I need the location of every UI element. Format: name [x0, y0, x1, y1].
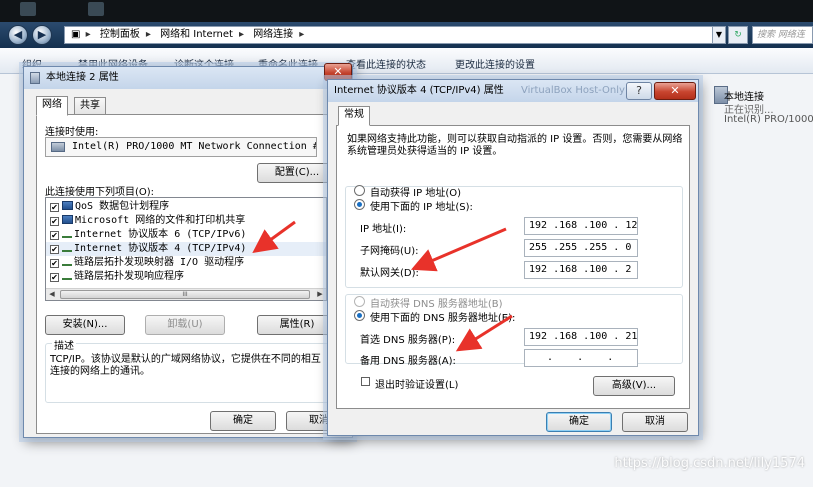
network-card-icon: [51, 142, 65, 152]
search-input[interactable]: 搜索 网络连: [752, 26, 813, 44]
install-button[interactable]: 安装(N)...: [45, 315, 125, 335]
checkbox[interactable]: ✔: [50, 245, 59, 254]
manual-ip-label[interactable]: 使用下面的 IP 地址(S):: [370, 198, 473, 213]
help-icon[interactable]: ?: [626, 82, 652, 100]
close-icon[interactable]: ✕: [654, 82, 696, 100]
breadcrumb-item[interactable]: 控制面板: [100, 29, 140, 40]
list-item[interactable]: ✔ 链路层拓扑发现映射器 I/O 驱动程序: [46, 256, 326, 270]
alternate-dns-label: 备用 DNS 服务器(A):: [360, 356, 456, 367]
manual-ip-radio[interactable]: [354, 199, 365, 210]
forward-arrow-icon[interactable]: ▶: [32, 25, 52, 45]
checkbox[interactable]: ✔: [50, 259, 59, 268]
component-list[interactable]: ✔ QoS 数据包计划程序 ✔ Microsoft 网络的文件和打印机共享 ✔ Inter…: [45, 197, 327, 301]
preferred-dns-input[interactable]: 192 .168 .100 . 21: [524, 328, 638, 346]
scrollbar-thumb[interactable]: III: [60, 290, 310, 299]
ip-address-group: 自动获得 IP 地址(O) 使用下面的 IP 地址(S): IP 地址(I): …: [345, 184, 683, 288]
description-legend: 描述: [52, 337, 76, 352]
network-icon: [30, 72, 40, 84]
items-label: 此连接使用下列项目(O):: [45, 187, 155, 198]
checkbox[interactable]: ✔: [50, 203, 59, 212]
dialog-title: Internet 协议版本 4 (TCP/IPv4) 属性: [334, 85, 504, 96]
description-group: 描述 TCP/IP。该协议是默认的广域网络协议，它提供在不同的相互连接的网络上的…: [45, 337, 335, 403]
auto-dns-label: 自动获得 DNS 服务器地址(B): [370, 299, 503, 310]
preferred-dns-label: 首选 DNS 服务器(P):: [360, 335, 456, 346]
protocol-icon: [62, 233, 72, 238]
subnet-mask-input[interactable]: 255 .255 .255 . 0: [524, 239, 638, 257]
ok-button[interactable]: 确定: [210, 411, 276, 431]
dialog-title: 本地连接 2 属性: [46, 72, 119, 83]
connect-using-label: 连接时使用:: [45, 127, 99, 138]
tab-general[interactable]: 常规: [338, 106, 370, 126]
list-item-label: Internet 协议版本 4 (TCP/IPv4): [74, 243, 247, 254]
configure-button[interactable]: 配置(C)...: [257, 163, 337, 183]
ip-address-label: IP 地址(I):: [360, 224, 407, 235]
desktop-icon[interactable]: [88, 2, 104, 16]
refresh-icon[interactable]: ↻: [728, 26, 748, 44]
protocol-icon: [62, 275, 72, 280]
advanced-button[interactable]: 高级(V)...: [593, 376, 675, 396]
manual-dns-radio[interactable]: [354, 310, 365, 321]
alternate-dns-input[interactable]: . . .: [524, 349, 638, 367]
watermark: https://blog.csdn.net/lily1574: [614, 456, 805, 471]
dialog-title-bar: 本地连接 2 属性: [24, 67, 352, 89]
uninstall-button: 卸载(U): [145, 315, 225, 335]
checkbox[interactable]: ✔: [50, 231, 59, 240]
toolbar-view-status[interactable]: 查看此连接的状态: [346, 56, 426, 71]
auto-ip-radio[interactable]: [354, 185, 365, 196]
list-item-label: Microsoft 网络的文件和打印机共享: [75, 215, 246, 226]
network-icon: [62, 215, 73, 224]
dns-group: 自动获得 DNS 服务器地址(B) 使用下面的 DNS 服务器地址(E): 首选…: [345, 294, 683, 367]
folder-icon: ▣: [71, 29, 81, 40]
explorer-address-bar: ◀ ▶ ▣ ▸ 控制面板 ▸ 网络和 Internet ▸ 网络连接 ▸ ▼ ↻ 搜索…: [0, 22, 813, 48]
scroll-right-icon[interactable]: ▶: [314, 289, 326, 300]
checkbox[interactable]: ✔: [50, 273, 59, 282]
checkbox[interactable]: ✔: [50, 217, 59, 226]
list-item-label: 链路层拓扑发现映射器 I/O 驱动程序: [74, 257, 245, 268]
tab-panel: 连接时使用: Intel(R) PRO/1000 MT Network Conn…: [36, 114, 342, 434]
manual-dns-label[interactable]: 使用下面的 DNS 服务器地址(E):: [370, 309, 515, 324]
horizontal-scrollbar[interactable]: ◀ III ▶: [46, 288, 326, 300]
ok-button[interactable]: 确定: [546, 412, 612, 432]
network-icon: [62, 201, 73, 210]
local-connection-properties-dialog: 本地连接 2 属性 ✕ 网络 共享 连接时使用: Intel(R) PRO/10…: [23, 63, 353, 438]
cancel-button[interactable]: 取消: [622, 412, 688, 432]
list-item[interactable]: ✔ QoS 数据包计划程序: [46, 200, 326, 214]
list-item[interactable]: ✔ Internet 协议版本 6 (TCP/IPv6): [46, 228, 326, 242]
validate-label[interactable]: 退出时验证设置(L): [375, 376, 458, 391]
protocol-icon: [62, 261, 72, 266]
chevron-down-icon[interactable]: ▼: [712, 26, 726, 44]
connection-adapter: Intel(R) PRO/1000: [724, 114, 813, 125]
auto-dns-radio: [354, 296, 365, 307]
protocol-icon: [62, 247, 72, 252]
list-item-label: QoS 数据包计划程序: [75, 201, 170, 212]
desktop-strip: [0, 0, 813, 22]
list-item-label: 链路层拓扑发现响应程序: [74, 271, 184, 282]
properties-button[interactable]: 属性(R): [257, 315, 337, 335]
list-item[interactable]: ✔ Internet 协议版本 4 (TCP/IPv4): [46, 242, 326, 256]
tab-network[interactable]: 网络: [36, 96, 68, 116]
scroll-left-icon[interactable]: ◀: [46, 289, 58, 300]
list-item-label: Internet 协议版本 6 (TCP/IPv6): [74, 229, 247, 240]
tab-panel: 如果网络支持此功能，则可以获取自动指派的 IP 设置。否则，您需要从网络系统管理…: [336, 125, 690, 409]
list-item[interactable]: ✔ 链路层拓扑发现响应程序: [46, 270, 326, 284]
auto-ip-label[interactable]: 自动获得 IP 地址(O): [370, 184, 461, 199]
list-item[interactable]: ✔ Microsoft 网络的文件和打印机共享: [46, 214, 326, 228]
toolbar-change-settings[interactable]: 更改此连接的设置: [455, 56, 535, 71]
back-arrow-icon[interactable]: ◀: [8, 25, 28, 45]
tab-sharing[interactable]: 共享: [74, 97, 106, 115]
connection-item[interactable]: 本地连接 正在识别... Intel(R) PRO/1000: [708, 80, 813, 140]
breadcrumb-item[interactable]: 网络连接: [253, 29, 293, 40]
ipv4-properties-dialog: Internet 协议版本 4 (TCP/IPv4) 属性 VirtualBox…: [327, 79, 699, 436]
desktop-icon[interactable]: [20, 2, 36, 16]
default-gateway-label: 默认网关(D):: [360, 268, 419, 279]
ip-address-input[interactable]: 192 .168 .100 . 12: [524, 217, 638, 235]
breadcrumb-item[interactable]: 网络和 Internet: [160, 29, 233, 40]
description-text: TCP/IP。该协议是默认的广域网络协议，它提供在不同的相互连接的网络上的通讯。: [50, 354, 321, 377]
adapter-name-field: Intel(R) PRO/1000 MT Network Connection …: [45, 137, 317, 157]
intro-text: 如果网络支持此功能，则可以获取自动指派的 IP 设置。否则，您需要从网络系统管理…: [347, 134, 683, 157]
validate-checkbox[interactable]: [361, 377, 370, 386]
address-input[interactable]: ▣ ▸ 控制面板 ▸ 网络和 Internet ▸ 网络连接 ▸: [64, 26, 724, 44]
default-gateway-input[interactable]: 192 .168 .100 . 2: [524, 261, 638, 279]
subnet-mask-label: 子网掩码(U):: [360, 246, 419, 257]
